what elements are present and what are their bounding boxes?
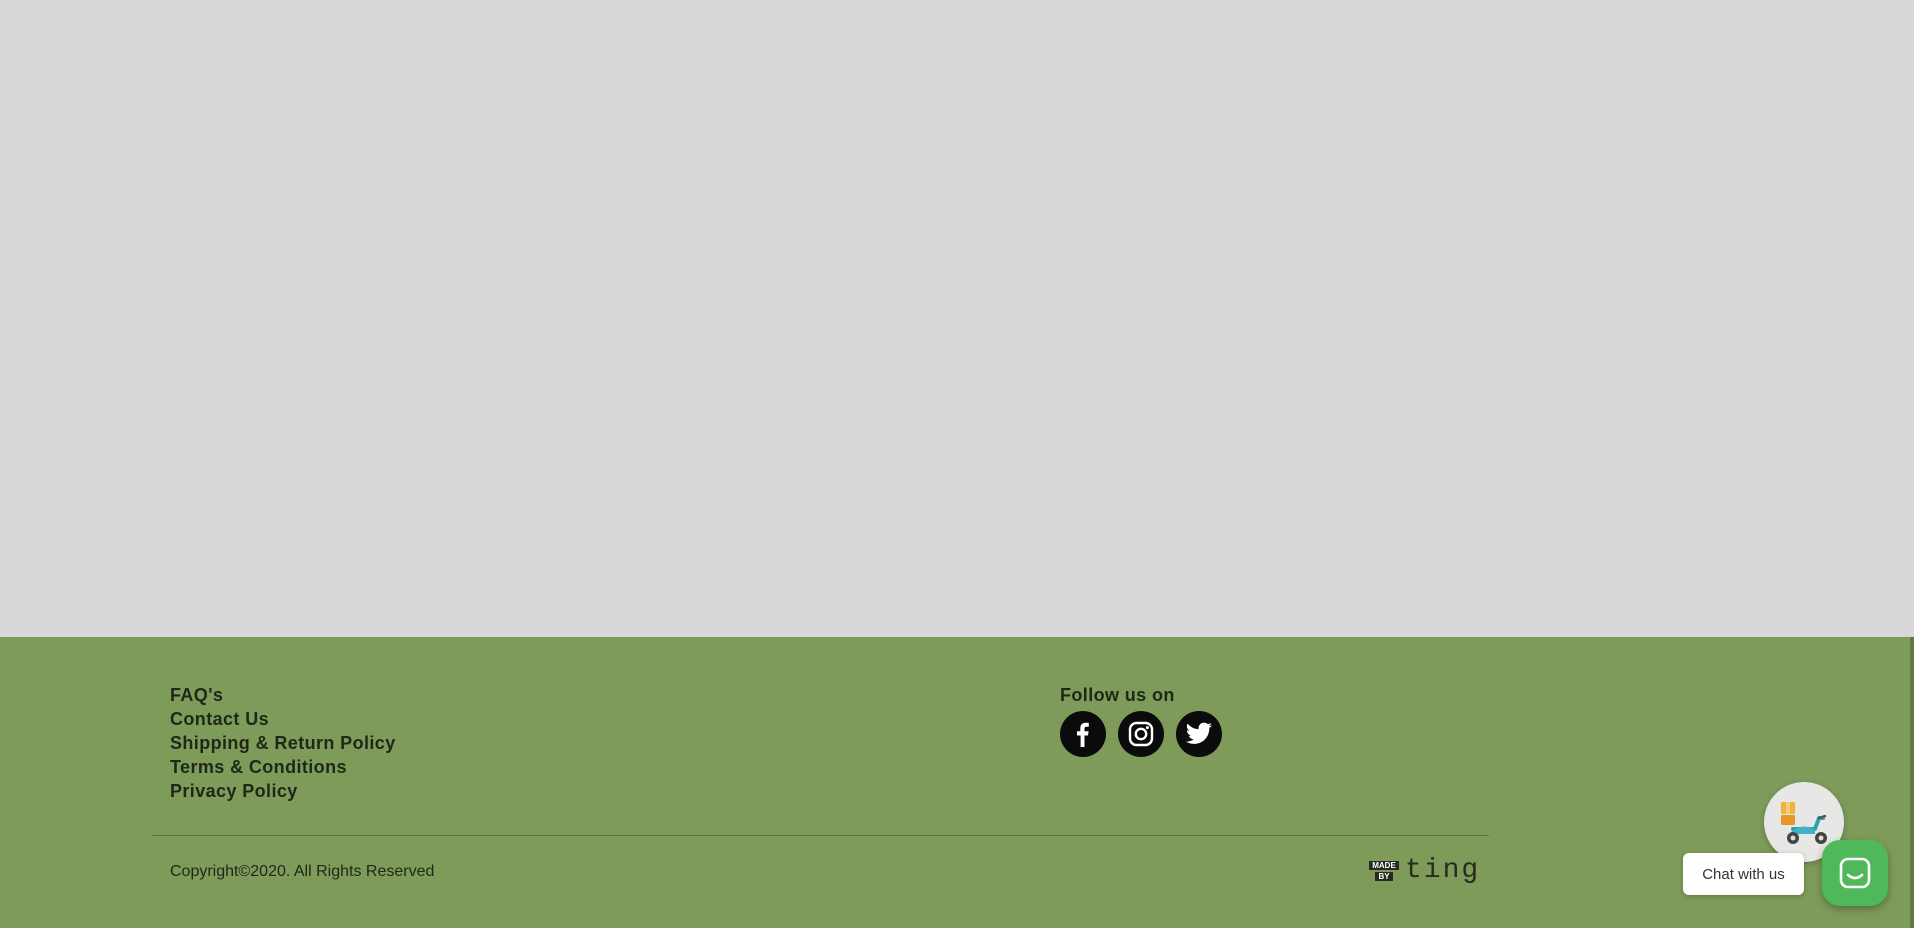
footer-link-privacy-policy[interactable]: Privacy Policy xyxy=(170,779,396,803)
footer-link-shipping-return-policy[interactable]: Shipping & Return Policy xyxy=(170,731,396,755)
site-footer: FAQ's Contact Us Shipping & Return Polic… xyxy=(0,637,1910,928)
scrollbar-edge xyxy=(1910,637,1914,928)
made-by-ting-logo[interactable]: MADE BY ting xyxy=(1366,857,1480,885)
chat-icon xyxy=(1839,857,1871,889)
footer-link-faqs[interactable]: FAQ's xyxy=(170,683,396,707)
main-content-area: · · xyxy=(0,0,1914,637)
made-by-wordmark: ting xyxy=(1405,855,1481,886)
made-by-badge-top: MADE xyxy=(1369,861,1399,870)
chat-with-us-label[interactable]: Chat with us xyxy=(1683,853,1804,895)
social-section: Follow us on xyxy=(1060,683,1222,757)
delivery-scooter-icon xyxy=(1781,802,1827,844)
loading-indicator: · · xyxy=(853,521,862,527)
footer-divider xyxy=(152,835,1489,836)
footer-link-contact-us[interactable]: Contact Us xyxy=(170,707,396,731)
instagram-link[interactable] xyxy=(1118,711,1164,757)
chat-launcher-button[interactable] xyxy=(1822,840,1888,906)
instagram-icon xyxy=(1128,721,1154,747)
made-by-badge: MADE BY xyxy=(1366,861,1402,881)
footer-links: FAQ's Contact Us Shipping & Return Polic… xyxy=(170,683,396,803)
twitter-link[interactable] xyxy=(1176,711,1222,757)
copyright-text: Copyright©2020. All Rights Reserved xyxy=(170,863,435,880)
twitter-icon xyxy=(1185,722,1212,744)
facebook-icon xyxy=(1077,722,1089,747)
social-links xyxy=(1060,711,1222,757)
footer-link-terms-conditions[interactable]: Terms & Conditions xyxy=(170,755,396,779)
made-by-badge-bottom: BY xyxy=(1375,872,1393,881)
facebook-link[interactable] xyxy=(1060,711,1106,757)
follow-us-title: Follow us on xyxy=(1060,685,1175,705)
